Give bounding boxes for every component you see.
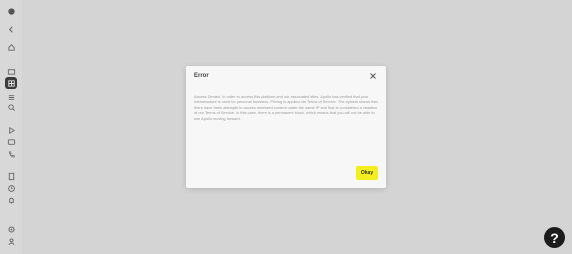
dialog-message: Access Denied. In order to access this p… bbox=[194, 94, 378, 121]
okay-button[interactable]: Okay bbox=[356, 166, 378, 180]
help-button[interactable]: ? bbox=[544, 227, 565, 248]
app-window: Error Access Denied. In order to access … bbox=[0, 0, 572, 254]
close-icon[interactable] bbox=[369, 72, 377, 80]
error-dialog: Error Access Denied. In order to access … bbox=[186, 66, 386, 188]
dialog-title: Error bbox=[194, 73, 209, 79]
